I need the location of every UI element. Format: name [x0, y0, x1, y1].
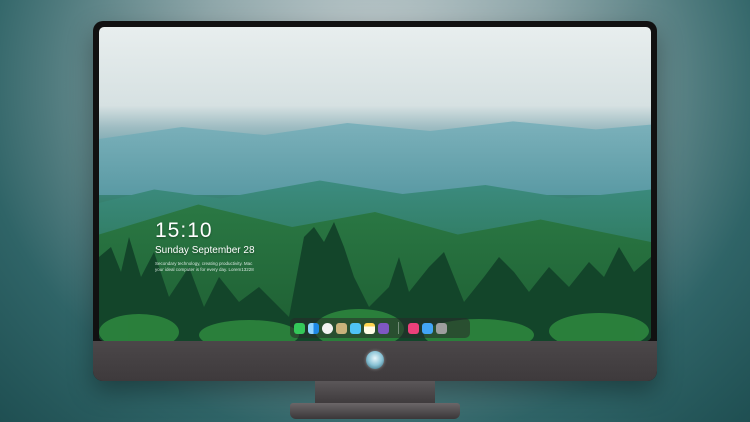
lock-notice-line2: your ideal computer is for every day. Lo… — [155, 267, 254, 272]
notes-icon[interactable] — [364, 322, 375, 334]
lock-screen[interactable]: 15:10 Sunday September 28 Secondary tech… — [99, 27, 651, 341]
messages-icon[interactable] — [294, 322, 305, 334]
claquette-icon[interactable] — [350, 322, 361, 334]
dock-separator — [398, 322, 399, 334]
lock-notice: Secondary technology, creating productiv… — [155, 261, 275, 273]
lock-date: Sunday September 28 — [155, 245, 255, 256]
appstore-icon[interactable] — [422, 322, 433, 334]
brand-logo-icon — [366, 351, 384, 369]
finder-icon[interactable] — [308, 322, 319, 334]
lock-clock: 15:10 — [155, 219, 213, 242]
background-stage: 15:10 Sunday September 28 Secondary tech… — [0, 0, 750, 422]
preview-icon[interactable] — [336, 322, 347, 334]
monitor-stand-neck — [315, 381, 435, 403]
dock — [290, 318, 470, 338]
far-mountains — [99, 121, 651, 195]
safari-icon[interactable] — [322, 322, 333, 334]
camera-icon[interactable] — [436, 322, 447, 334]
imac-monitor: 15:10 Sunday September 28 Secondary tech… — [93, 21, 657, 381]
photos-icon[interactable] — [378, 322, 389, 334]
itunes-icon[interactable] — [408, 322, 419, 334]
monitor-stand-base — [290, 403, 460, 419]
